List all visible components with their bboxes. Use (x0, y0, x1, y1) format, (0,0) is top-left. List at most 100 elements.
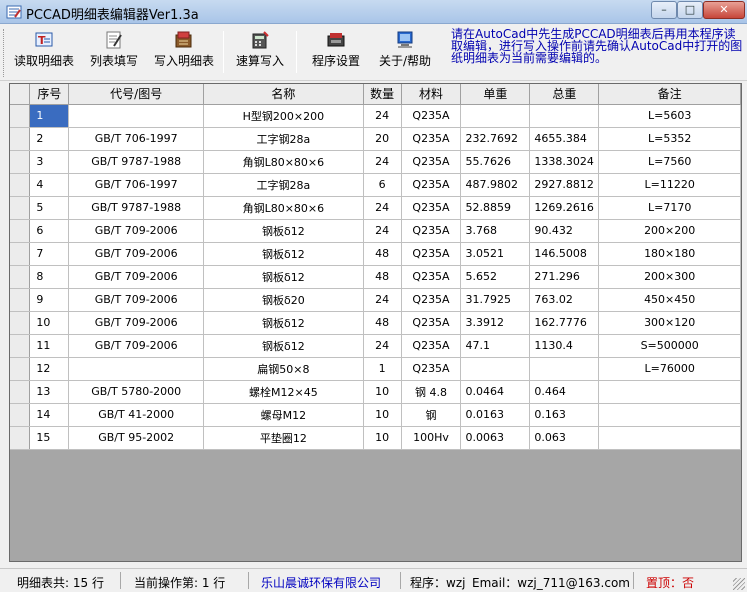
cell-remark[interactable]: 450×450 (598, 288, 741, 312)
cell-remark[interactable]: 200×200 (598, 219, 741, 243)
cell-remark[interactable]: 180×180 (598, 242, 741, 266)
cell-code[interactable]: GB/T 709-2006 (68, 265, 205, 289)
cell-remark[interactable]: L=5352 (598, 127, 741, 151)
cell-total-weight[interactable]: 0.464 (529, 380, 600, 404)
cell-material[interactable]: Q235A (401, 242, 462, 266)
maximize-button[interactable]: □ (677, 1, 703, 19)
cell-material[interactable]: Q235A (401, 104, 462, 128)
cell-material[interactable]: Q235A (401, 311, 462, 335)
cell-name[interactable]: 平垫圈12 (203, 426, 364, 450)
cell-seq[interactable]: 14 (29, 403, 70, 427)
cell-seq[interactable]: 11 (29, 334, 70, 358)
cell-name[interactable]: 钢板δ12 (203, 219, 364, 243)
cell-unit-weight[interactable]: 3.0521 (460, 242, 531, 266)
cell-unit-weight[interactable]: 5.652 (460, 265, 531, 289)
cell-unit-weight[interactable]: 0.0464 (460, 380, 531, 404)
cell-seq[interactable]: 8 (29, 265, 70, 289)
cell-remark[interactable] (598, 403, 741, 427)
cell-seq[interactable]: 4 (29, 173, 70, 197)
cell-total-weight[interactable] (529, 104, 600, 128)
cell-seq[interactable]: 9 (29, 288, 70, 312)
cell-material[interactable]: Q235A (401, 127, 462, 151)
quick-calc-button[interactable]: 速算写入 (230, 27, 290, 77)
row-header[interactable] (10, 334, 31, 358)
cell-code[interactable]: GB/T 709-2006 (68, 242, 205, 266)
cell-code[interactable]: GB/T 706-1997 (68, 127, 205, 151)
cell-qty[interactable]: 48 (363, 311, 402, 335)
detail-table-grid[interactable]: 序号 代号/图号 名称 数量 材料 单重 总重 备注 1 H型钢200×200 24 Q235A L=… (9, 83, 742, 562)
cell-qty[interactable]: 24 (363, 288, 402, 312)
cell-code[interactable]: GB/T 709-2006 (68, 334, 205, 358)
row-header[interactable] (10, 311, 31, 335)
read-table-button[interactable]: T 读取明细表 (10, 27, 78, 77)
row-header[interactable] (10, 150, 31, 174)
cell-code[interactable]: GB/T 709-2006 (68, 288, 205, 312)
cell-total-weight[interactable]: 0.163 (529, 403, 600, 427)
cell-remark[interactable] (598, 426, 741, 450)
header-qty[interactable]: 数量 (363, 84, 402, 105)
cell-seq[interactable]: 1 (29, 104, 70, 128)
cell-unit-weight[interactable]: 52.8859 (460, 196, 531, 220)
row-header[interactable] (10, 403, 31, 427)
cell-name[interactable]: 钢板δ12 (203, 334, 364, 358)
cell-name[interactable]: 钢板δ12 (203, 311, 364, 335)
cell-code[interactable]: GB/T 5780-2000 (68, 380, 205, 404)
cell-code[interactable]: GB/T 709-2006 (68, 311, 205, 335)
cell-seq[interactable]: 2 (29, 127, 70, 151)
cell-qty[interactable]: 48 (363, 242, 402, 266)
cell-name[interactable]: H型钢200×200 (203, 104, 364, 128)
cell-material[interactable]: Q235A (401, 219, 462, 243)
cell-material[interactable]: Q235A (401, 288, 462, 312)
cell-code[interactable]: GB/T 95-2002 (68, 426, 205, 450)
header-remark[interactable]: 备注 (598, 84, 741, 105)
row-header[interactable] (10, 380, 31, 404)
cell-total-weight[interactable]: 0.063 (529, 426, 600, 450)
fill-list-button[interactable]: 列表填写 (82, 27, 146, 77)
settings-button[interactable]: 程序设置 (306, 27, 366, 77)
cell-seq[interactable]: 10 (29, 311, 70, 335)
cell-total-weight[interactable]: 1269.2616 (529, 196, 600, 220)
corner-cell[interactable] (10, 84, 31, 105)
cell-total-weight[interactable]: 90.432 (529, 219, 600, 243)
cell-total-weight[interactable]: 2927.8812 (529, 173, 600, 197)
cell-unit-weight[interactable]: 232.7692 (460, 127, 531, 151)
row-header[interactable] (10, 104, 31, 128)
cell-name[interactable]: 螺母M12 (203, 403, 364, 427)
row-header[interactable] (10, 288, 31, 312)
cell-unit-weight[interactable]: 47.1 (460, 334, 531, 358)
cell-seq[interactable]: 7 (29, 242, 70, 266)
cell-qty[interactable]: 24 (363, 104, 402, 128)
header-total-weight[interactable]: 总重 (529, 84, 600, 105)
cell-seq[interactable]: 5 (29, 196, 70, 220)
cell-total-weight[interactable]: 162.7776 (529, 311, 600, 335)
cell-qty[interactable]: 1 (363, 357, 402, 381)
cell-seq[interactable]: 12 (29, 357, 70, 381)
cell-remark[interactable]: L=5603 (598, 104, 741, 128)
cell-unit-weight[interactable]: 31.7925 (460, 288, 531, 312)
header-code[interactable]: 代号/图号 (68, 84, 205, 105)
cell-material[interactable]: 钢 4.8 (401, 380, 462, 404)
cell-material[interactable]: Q235A (401, 150, 462, 174)
cell-code[interactable]: GB/T 9787-1988 (68, 196, 205, 220)
cell-total-weight[interactable] (529, 357, 600, 381)
header-unit-weight[interactable]: 单重 (460, 84, 531, 105)
status-pin-on-top[interactable]: 置顶：否 (646, 574, 694, 591)
cell-material[interactable]: Q235A (401, 357, 462, 381)
row-header[interactable] (10, 426, 31, 450)
cell-unit-weight[interactable]: 55.7626 (460, 150, 531, 174)
cell-remark[interactable]: L=7560 (598, 150, 741, 174)
cell-total-weight[interactable]: 4655.384 (529, 127, 600, 151)
cell-material[interactable]: 钢 (401, 403, 462, 427)
cell-remark[interactable]: L=76000 (598, 357, 741, 381)
cell-code[interactable]: GB/T 709-2006 (68, 219, 205, 243)
cell-name[interactable]: 钢板δ12 (203, 265, 364, 289)
cell-remark[interactable]: S=500000 (598, 334, 741, 358)
row-header[interactable] (10, 265, 31, 289)
cell-name[interactable]: 角钢L80×80×6 (203, 150, 364, 174)
cell-material[interactable]: Q235A (401, 173, 462, 197)
cell-qty[interactable]: 10 (363, 403, 402, 427)
cell-qty[interactable]: 24 (363, 196, 402, 220)
cell-qty[interactable]: 6 (363, 173, 402, 197)
cell-material[interactable]: Q235A (401, 334, 462, 358)
cell-remark[interactable] (598, 380, 741, 404)
